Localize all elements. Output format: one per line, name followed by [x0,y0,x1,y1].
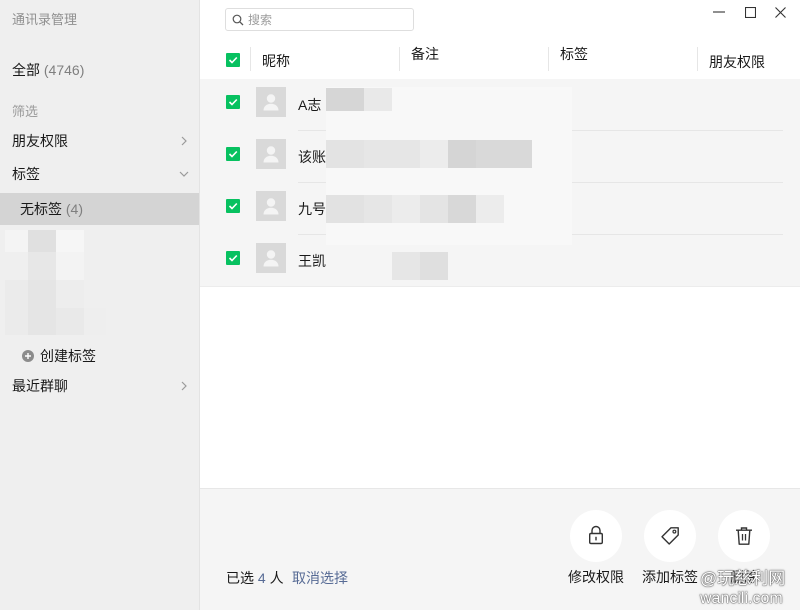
row-checkbox[interactable] [226,147,240,161]
sidebar-item-tags[interactable]: 标签 [0,158,199,190]
delete-button[interactable] [718,510,770,562]
avatar [256,191,286,221]
sidebar-item-all-count: (4746) [43,62,85,78]
close-icon [775,7,786,18]
column-divider [250,47,251,71]
contact-name: A志 [298,97,322,113]
sidebar-item-label: 朋友权限 [12,133,68,149]
column-header-friend-permissions: 朋友权限 [709,54,765,70]
delete-label: 删除 [730,569,758,585]
column-divider [399,47,400,71]
default-avatar-icon [263,198,279,215]
checkmark-icon [228,56,238,64]
minimize-icon [713,11,725,13]
selection-summary: 已选 4 人 [226,569,284,587]
add-tag-button[interactable] [644,510,696,562]
clear-selection-link[interactable]: 取消选择 [292,569,348,587]
search-input[interactable] [248,9,408,30]
selection-suffix: 人 [269,570,284,586]
sidebar: 通讯录管理 全部 (4746) 筛选 朋友权限 标签 无标签 (4) 创建标签 … [0,0,200,610]
redaction-mosaic [326,87,572,245]
sidebar-item-recent-groups[interactable]: 最近群聊 [0,370,199,402]
maximize-button[interactable] [740,3,760,23]
redaction-mosaic [5,230,106,335]
maximize-icon [745,7,756,18]
row-checkbox[interactable] [226,199,240,213]
filter-heading: 筛选 [12,104,39,119]
trash-icon [736,527,752,545]
search-box[interactable] [225,8,414,31]
close-button[interactable] [770,3,790,23]
checkmark-icon [228,202,238,210]
column-header-remark: 备注 [411,46,439,62]
checkmark-icon [228,254,238,262]
tag-label: 无标签 [20,201,62,217]
select-all-checkbox[interactable] [226,53,240,67]
tag-icon [661,527,679,545]
add-tag-label: 添加标签 [642,569,698,585]
plus-circle-icon [22,350,34,362]
window-title: 通讯录管理 [12,12,78,27]
modify-permissions-label: 修改权限 [568,569,624,585]
sidebar-item-label: 标签 [12,166,40,182]
contact-name: 王凯 [298,253,326,269]
sidebar-item-all-text: 全部 (4746) [12,54,84,86]
tag-count: (4) [65,201,84,217]
column-header-nickname: 昵称 [262,53,290,69]
redaction-mosaic [392,252,448,280]
contact-name: 该账 [298,149,326,165]
sidebar-item-no-tag[interactable]: 无标签 (4) [0,193,199,225]
chevron-right-icon [181,381,187,391]
avatar [256,243,286,273]
selection-prefix: 已选 [226,570,254,586]
chevron-down-icon [179,171,189,177]
contact-name: 九号 [298,201,326,217]
checkmark-icon [228,150,238,158]
sidebar-item-label: 最近群聊 [12,378,68,394]
minimize-button[interactable] [709,3,729,23]
row-checkbox[interactable] [226,251,240,265]
create-tag-button[interactable]: 创建标签 [0,340,199,372]
column-divider [697,47,698,71]
sidebar-item-no-tag-text: 无标签 (4) [20,193,83,225]
sidebar-item-all-label: 全部 [12,62,40,78]
search-icon [232,14,244,26]
modify-permissions-button[interactable] [570,510,622,562]
create-tag-label: 创建标签 [40,348,96,364]
selection-count: 4 [257,570,266,586]
checkmark-icon [228,98,238,106]
contacts-manager-window: 通讯录管理 全部 (4746) 筛选 朋友权限 标签 无标签 (4) 创建标签 … [0,0,800,610]
column-header-tags: 标签 [560,46,588,62]
column-divider [548,47,549,71]
avatar [256,139,286,169]
default-avatar-icon [263,250,279,267]
lock-icon [589,525,604,545]
sidebar-item-friend-permissions[interactable]: 朋友权限 [0,125,199,157]
footer-bar: 已选 4 人 取消选择 修改权限 添加标签 删除 [200,488,800,610]
sidebar-item-all[interactable]: 全部 (4746) [0,54,199,86]
row-checkbox[interactable] [226,95,240,109]
avatar [256,87,286,117]
chevron-right-icon [181,136,187,146]
default-avatar-icon [263,94,279,111]
default-avatar-icon [263,146,279,163]
